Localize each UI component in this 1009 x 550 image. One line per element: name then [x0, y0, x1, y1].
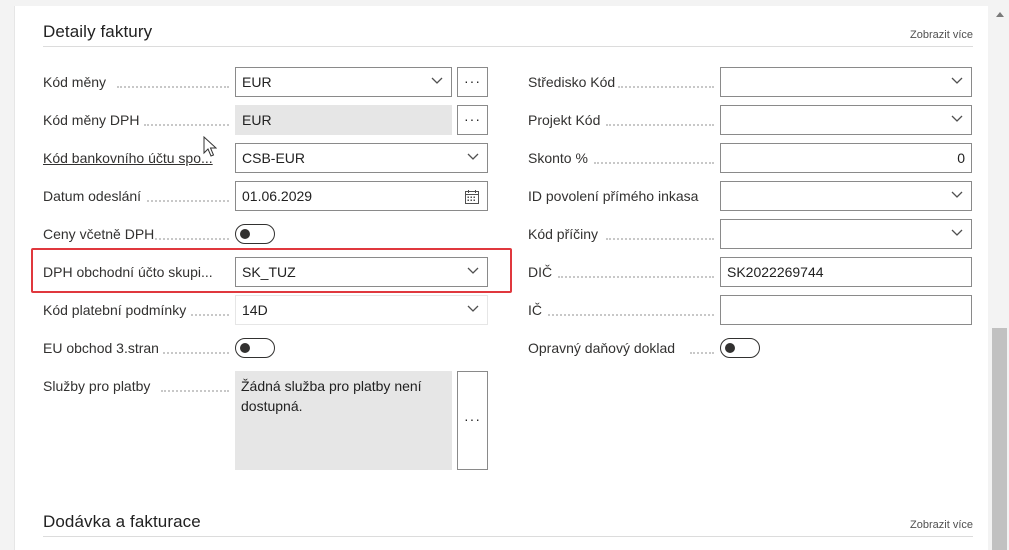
payment-services-lookup-button[interactable]: ··· — [457, 371, 488, 470]
field-payment-terms-code: Kód platební podmínky 14D — [43, 295, 489, 325]
chevron-down-icon — [431, 77, 443, 84]
department-code-select[interactable] — [720, 67, 972, 97]
chevron-down-icon — [467, 267, 479, 274]
chevron-down-icon — [467, 305, 479, 312]
field-vat-bus-posting-group: DPH obchodní účto skupi... SK_TUZ — [43, 257, 489, 287]
label-leader — [147, 200, 229, 202]
field-corrective-tax-doc: Opravný daňový doklad — [528, 333, 972, 363]
invoice-details-header: Detaily faktury Zobrazit více — [43, 17, 973, 47]
label-leader — [606, 124, 714, 126]
vertical-scrollbar[interactable] — [991, 0, 1009, 550]
payment-terms-code-select[interactable]: 14D — [235, 295, 488, 325]
posting-date-input[interactable]: 01.06.2029 — [235, 181, 488, 211]
mouse-cursor-icon — [203, 136, 217, 157]
field-reg-no: IČ — [528, 295, 972, 325]
field-payment-services: Služby pro platby Žádná služba pro platb… — [43, 371, 489, 470]
reg-no-label: IČ — [528, 302, 542, 318]
field-posting-date: Datum odeslání 01.06.2029 — [43, 181, 489, 211]
direct-debit-mandate-select[interactable] — [720, 181, 972, 211]
field-department-code: Středisko Kód — [528, 67, 972, 97]
label-leader — [594, 162, 714, 164]
bank-account-code-label[interactable]: Kód bankovního účtu spo... — [43, 143, 213, 173]
vat-bus-posting-group-select[interactable]: SK_TUZ — [235, 257, 488, 287]
label-leader — [117, 86, 229, 88]
department-code-label: Středisko Kód — [528, 74, 616, 90]
chevron-down-icon — [951, 229, 963, 236]
reason-code-select[interactable] — [720, 219, 972, 249]
field-bank-account-code: Kód bankovního účtu spo... CSB-EUR — [43, 143, 489, 173]
currency-code-label: Kód měny — [43, 74, 107, 90]
show-more-link[interactable]: Zobrazit více — [910, 519, 973, 531]
field-project-code: Projekt Kód — [528, 105, 972, 135]
delivery-invoicing-header: Dodávka a fakturace Zobrazit více — [43, 507, 973, 537]
field-vat-reg-no: DIČ SK2022269744 — [528, 257, 972, 287]
vat-currency-code-field: EUR — [235, 105, 452, 135]
label-leader — [155, 238, 229, 240]
field-discount-pct: Skonto % 0 — [528, 143, 972, 173]
eu-3rd-party-trade-label: EU obchod 3.stran — [43, 340, 159, 356]
prices-incl-vat-toggle[interactable] — [235, 224, 275, 244]
label-leader — [191, 314, 229, 316]
label-leader — [144, 124, 229, 126]
eu-3rd-party-trade-toggle[interactable] — [235, 338, 275, 358]
field-currency-code: Kód měny EUR ··· — [43, 67, 489, 97]
vat-reg-no-input[interactable]: SK2022269744 — [720, 257, 972, 287]
corrective-tax-doc-toggle[interactable] — [720, 338, 760, 358]
field-vat-currency-code: Kód měny DPH EUR ··· — [43, 105, 489, 135]
corrective-tax-doc-label: Opravný daňový doklad — [528, 340, 676, 356]
reason-code-label: Kód příčiny — [528, 226, 599, 242]
chevron-down-icon — [951, 191, 963, 198]
label-leader — [163, 352, 229, 354]
vat-bus-posting-group-label: DPH obchodní účto skupi... — [43, 264, 213, 280]
delivery-invoicing-title: Dodávka a fakturace — [43, 512, 201, 531]
chevron-down-icon — [951, 77, 963, 84]
show-more-link[interactable]: Zobrazit více — [910, 29, 973, 41]
chevron-down-icon — [951, 115, 963, 122]
vat-currency-code-lookup-button[interactable]: ··· — [457, 105, 488, 135]
chevron-down-icon — [467, 153, 479, 160]
field-eu-3rd-party-trade: EU obchod 3.stran — [43, 333, 489, 363]
project-code-select[interactable] — [720, 105, 972, 135]
prices-incl-vat-label: Ceny včetně DPH — [43, 226, 155, 242]
currency-code-lookup-button[interactable]: ··· — [457, 67, 488, 97]
direct-debit-mandate-label: ID povolení přímého inkasa — [528, 188, 699, 204]
scrollbar-thumb[interactable] — [992, 328, 1007, 550]
scroll-up-icon[interactable] — [996, 12, 1004, 17]
label-leader — [618, 86, 714, 88]
bank-account-code-select[interactable]: CSB-EUR — [235, 143, 488, 173]
calendar-icon[interactable] — [464, 189, 480, 205]
discount-pct-input[interactable]: 0 — [720, 143, 972, 173]
currency-code-select[interactable]: EUR — [235, 67, 452, 97]
label-leader — [161, 390, 229, 392]
vat-currency-code-label: Kód měny DPH — [43, 112, 140, 128]
vat-reg-no-label: DIČ — [528, 264, 553, 280]
label-leader — [690, 352, 714, 354]
field-prices-incl-vat: Ceny včetně DPH — [43, 219, 489, 249]
label-leader — [548, 314, 714, 316]
payment-terms-code-label: Kód platební podmínky — [43, 302, 187, 318]
project-code-label: Projekt Kód — [528, 112, 601, 128]
field-reason-code: Kód příčiny — [528, 219, 972, 249]
posting-date-label: Datum odeslání — [43, 188, 142, 204]
payment-services-label: Služby pro platby — [43, 378, 151, 394]
invoice-details-title: Detaily faktury — [43, 22, 153, 41]
field-direct-debit-mandate: ID povolení přímého inkasa — [528, 181, 972, 211]
label-leader — [606, 238, 714, 240]
label-leader — [558, 276, 714, 278]
reg-no-input[interactable] — [720, 295, 972, 325]
payment-services-field: Žádná služba pro platby není dostupná. — [235, 371, 452, 470]
discount-pct-label: Skonto % — [528, 150, 588, 166]
